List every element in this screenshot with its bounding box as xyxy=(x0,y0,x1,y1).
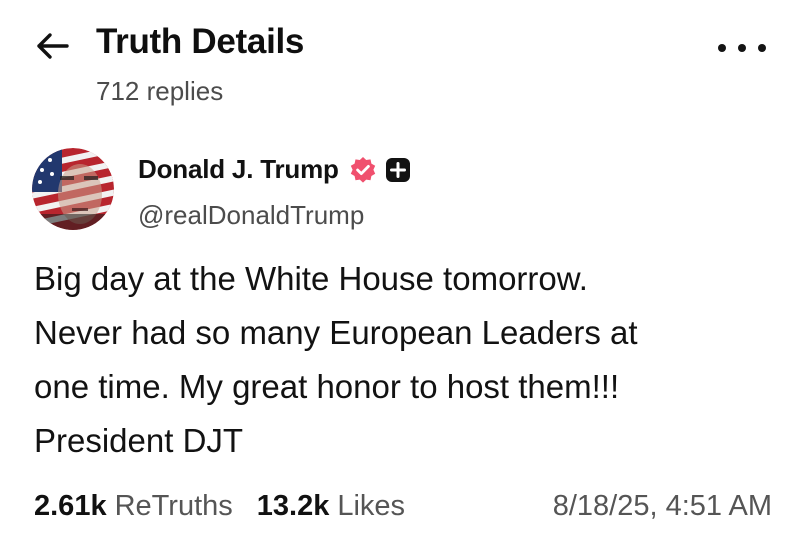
verified-badge-icon xyxy=(350,156,375,183)
post-stats: 2.61k ReTruths 13.2k Likes 8/18/25, 4:51… xyxy=(34,490,774,530)
author-name[interactable]: Donald J. Trump xyxy=(138,154,339,185)
retruths-label: ReTruths xyxy=(114,490,233,522)
author-handle[interactable]: @realDonaldTrump xyxy=(138,200,364,231)
post-timestamp: 8/18/25, 4:51 AM xyxy=(552,490,772,522)
back-arrow-icon xyxy=(37,33,69,59)
likes-stat[interactable]: 13.2k Likes xyxy=(257,490,405,523)
more-options-icon xyxy=(738,44,746,52)
retruths-stat[interactable]: 2.61k ReTruths xyxy=(34,490,233,523)
more-options-icon xyxy=(718,44,726,52)
more-options-button[interactable] xyxy=(718,36,766,60)
retruths-count: 2.61k xyxy=(34,490,107,522)
back-button[interactable] xyxy=(30,26,74,66)
likes-label: Likes xyxy=(337,490,406,522)
author-name-row: Donald J. Trump xyxy=(138,154,411,185)
post-text: Big day at the White House tomorrow. Nev… xyxy=(34,260,638,459)
likes-count: 13.2k xyxy=(256,490,330,522)
plus-badge-icon xyxy=(385,157,410,182)
page-title: Truth Details xyxy=(96,22,305,61)
header: Truth Details 712 replies xyxy=(0,0,800,120)
avatar[interactable] xyxy=(32,148,114,230)
reply-count: 712 replies xyxy=(96,76,224,106)
more-options-icon xyxy=(758,44,766,52)
post-author: Donald J. Trump @realDonaldTrump xyxy=(0,140,800,240)
